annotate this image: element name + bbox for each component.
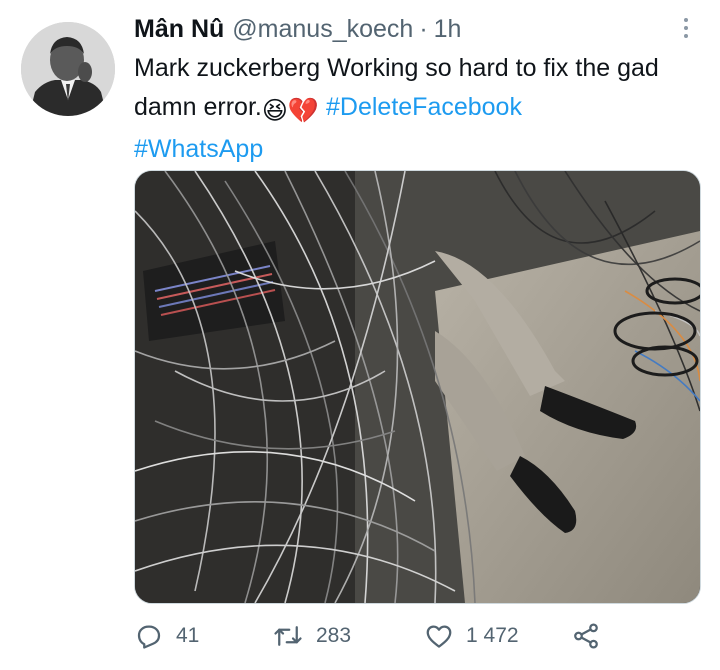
tweet-photo[interactable] bbox=[134, 170, 701, 604]
tweet-card[interactable]: Mân Nû @manus_koech · 1h Mark zuckerberg… bbox=[0, 0, 720, 670]
like-icon bbox=[426, 625, 452, 648]
author-handle[interactable]: @manus_koech bbox=[232, 12, 413, 46]
avatar-image bbox=[21, 22, 115, 116]
hashtag-link-deletefacebook[interactable]: #DeleteFacebook bbox=[326, 93, 522, 121]
tweet-text: Mark zuckerberg Working so hard to fix t… bbox=[134, 49, 704, 169]
author-name[interactable]: Mân Nû bbox=[134, 12, 224, 46]
reply-button[interactable]: 41 bbox=[134, 618, 199, 654]
avatar[interactable] bbox=[21, 22, 115, 116]
timestamp[interactable]: 1h bbox=[434, 12, 462, 46]
reply-count: 41 bbox=[176, 624, 200, 647]
share-icon bbox=[574, 623, 598, 649]
retweet-count: 283 bbox=[316, 624, 352, 647]
retweet-button[interactable]: 283 bbox=[272, 618, 351, 654]
tweet-header: Mân Nû @manus_koech · 1h bbox=[134, 12, 461, 46]
hashtag-link-whatsapp[interactable]: #WhatsApp bbox=[134, 135, 263, 163]
photo-cables-and-legs bbox=[135, 171, 700, 603]
grinning-squinting-face-emoji: 😆 bbox=[261, 96, 288, 125]
separator-dot: · bbox=[419, 15, 428, 43]
broken-heart-emoji: 💔 bbox=[287, 96, 320, 125]
share-button[interactable] bbox=[571, 618, 601, 654]
more-icon[interactable] bbox=[672, 14, 700, 42]
retweet-icon bbox=[274, 626, 302, 646]
like-button[interactable]: 1 472 bbox=[424, 618, 519, 654]
like-count: 1 472 bbox=[466, 624, 519, 647]
tweet-actions: 41 283 1 472 bbox=[134, 618, 634, 654]
reply-icon bbox=[137, 625, 161, 649]
